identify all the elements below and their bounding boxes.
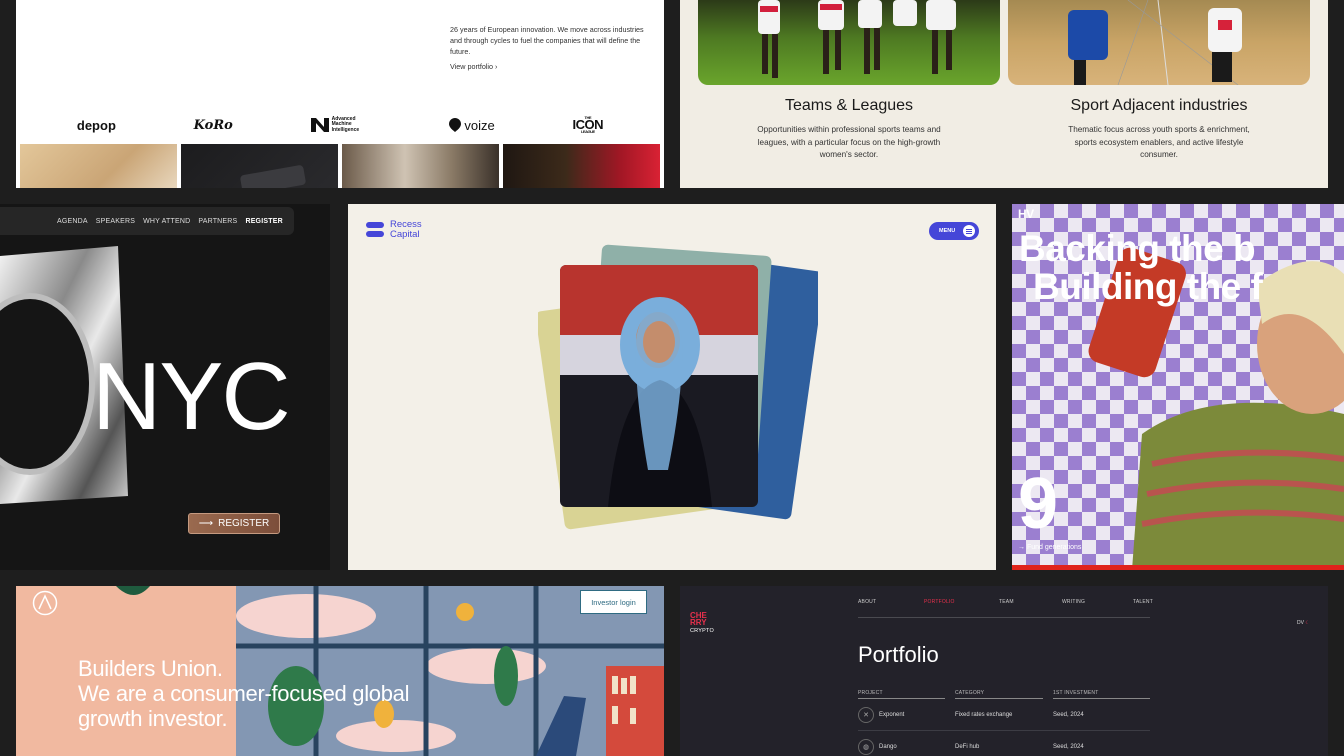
nav-agenda[interactable]: AGENDA [57, 218, 88, 225]
nav-about[interactable]: ABOUT [858, 599, 924, 605]
builders-union-title: Builders Union. [78, 656, 223, 681]
nav-portfolio[interactable]: PORTFOLIO [924, 599, 999, 605]
logo-row: depop KoRo Advanced Machine Intelligence… [16, 112, 664, 138]
logo-voize[interactable]: voize [449, 118, 495, 133]
ami-mark-icon [310, 118, 329, 132]
hv-panel: HV Backing the b Building the f 9 → Fund… [1012, 204, 1344, 570]
builders-union-subtitle: We are a consumer-focused global growth … [78, 681, 410, 731]
crypto-portfolio-panel: CHE RRY CRYPTO ABOUT PORTFOLIO TEAM WRIT… [680, 586, 1328, 756]
teams-leagues-title: Teams & Leagues [784, 97, 914, 114]
photo-card-stack [538, 244, 818, 530]
logo-koro[interactable]: KoRo [194, 118, 233, 133]
col-project: PROJECT [858, 690, 883, 696]
tile-image[interactable] [503, 144, 660, 188]
voize-drop-icon [449, 118, 462, 132]
logo-icon-league[interactable]: THE ICON LEAGUE [573, 116, 604, 134]
nyc-event-panel: AGENDA SPEAKERS WHY ATTEND PARTNERS REGI… [0, 204, 330, 570]
sport-adjacent-title: Sport Adjacent industries [1070, 97, 1248, 114]
recess-mark-icon [366, 221, 384, 237]
row-divider [858, 730, 1150, 731]
recess-capital-panel: Recess Capital MENU [348, 204, 996, 570]
moon-icon: ☾ [1305, 620, 1310, 626]
logo-ami[interactable]: Advanced Machine Intelligence [310, 116, 372, 134]
nav-register[interactable]: REGISTER [245, 218, 282, 225]
nav-partners[interactable]: PARTNERS [198, 218, 237, 225]
sports-panel: Teams & Leagues Opportunities within pro… [680, 0, 1328, 188]
event-nav: AGENDA SPEAKERS WHY ATTEND PARTNERS REGI… [0, 207, 294, 235]
arrow-right-icon: ⟶ [198, 518, 214, 529]
recess-capital-logo[interactable]: Recess Capital [366, 220, 422, 239]
nav-speakers[interactable]: SPEAKERS [96, 218, 135, 225]
exponent-icon: ✕ [858, 707, 874, 723]
nav-talent[interactable]: TALENT [1133, 599, 1153, 605]
site-nav: ABOUT PORTFOLIO TEAM WRITING TALENT [858, 599, 1153, 605]
tile-image[interactable] [181, 144, 338, 188]
volleyball-photo [1008, 0, 1310, 85]
fund-count: 9 [1018, 464, 1059, 544]
menu-button[interactable]: MENU [929, 222, 979, 240]
register-button[interactable]: ⟶ REGISTER [188, 513, 280, 534]
intro-text: 26 years of European innovation. We move… [450, 25, 644, 56]
page-title: Portfolio [858, 642, 939, 667]
sport-adjacent-desc: Thematic focus across youth sports & enr… [1068, 125, 1250, 159]
accent-bar [1012, 565, 1344, 570]
tile-image[interactable] [342, 144, 499, 188]
city-title: NYC [92, 343, 291, 450]
theme-toggle[interactable]: DV ☾ [1297, 620, 1310, 626]
nav-team[interactable]: TEAM [999, 599, 1062, 605]
nav-why-attend[interactable]: WHY ATTEND [143, 218, 190, 225]
col-category: CATEGORY [955, 690, 985, 696]
nav-divider [858, 617, 1150, 618]
hamburger-icon [963, 225, 976, 237]
col-first-investment: 1ST INVESTMENT [1053, 690, 1099, 696]
nav-writing[interactable]: WRITING [1062, 599, 1133, 605]
fund-generations-link[interactable]: → Fund generations [1018, 544, 1081, 551]
investor-login-button[interactable]: Investor login [580, 590, 647, 614]
logo-depop[interactable]: depop [77, 118, 116, 133]
dango-icon: ◍ [858, 739, 874, 755]
builders-union-logo-icon[interactable] [32, 590, 58, 616]
cherry-crypto-logo[interactable]: CHE RRY CRYPTO [690, 612, 714, 635]
portfolio-tiles [20, 144, 660, 188]
hv-logo[interactable]: HV [1018, 207, 1034, 221]
portfolio-panel: 26 years of European innovation. We move… [16, 0, 664, 188]
teams-leagues-desc: Opportunities within professional sports… [757, 125, 941, 159]
soccer-photo [698, 0, 1000, 85]
hero-headline: Backing the b Building the f [1019, 228, 1263, 307]
tile-image[interactable] [20, 144, 177, 188]
builders-union-panel: Builders Union. We are a consumer-focuse… [16, 586, 664, 756]
view-portfolio-link[interactable]: View portfolio › [450, 62, 497, 71]
